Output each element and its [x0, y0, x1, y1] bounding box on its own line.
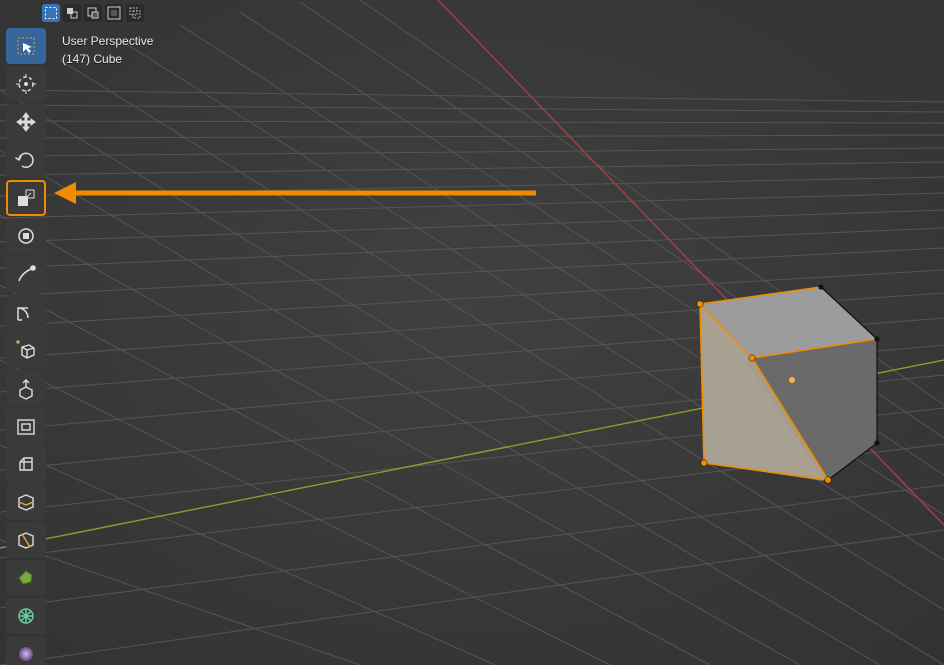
bevel-tool[interactable]: [6, 446, 46, 482]
select-mode-subtract[interactable]: [84, 4, 102, 22]
select-mode-intersect[interactable]: [126, 4, 144, 22]
move-tool[interactable]: [6, 104, 46, 140]
select-mode-box[interactable]: [42, 4, 60, 22]
select-mode-strip: [42, 4, 144, 22]
select-mode-invert[interactable]: [105, 4, 123, 22]
add-cube-tool[interactable]: [6, 332, 46, 368]
knife-tool[interactable]: [6, 522, 46, 558]
spin-tool[interactable]: [6, 598, 46, 634]
rotate-tool[interactable]: [6, 142, 46, 178]
select-mode-extend[interactable]: [63, 4, 81, 22]
transform-tool[interactable]: [6, 218, 46, 254]
extrude-tool[interactable]: [6, 370, 46, 406]
measure-tool[interactable]: [6, 294, 46, 330]
view-label: User Perspective: [62, 32, 153, 50]
smooth-tool[interactable]: [6, 636, 46, 665]
cursor-tool[interactable]: [6, 66, 46, 102]
loop-cut-tool[interactable]: [6, 484, 46, 520]
select-box-tool[interactable]: [6, 28, 46, 64]
toolbar: [6, 28, 46, 665]
scale-tool[interactable]: [6, 180, 46, 216]
inset-tool[interactable]: [6, 408, 46, 444]
3d-viewport[interactable]: [0, 0, 944, 665]
object-label: (147) Cube: [62, 50, 153, 68]
viewport-overlay-text: User Perspective (147) Cube: [62, 32, 153, 68]
annotate-tool[interactable]: [6, 256, 46, 292]
poly-build-tool[interactable]: [6, 560, 46, 596]
